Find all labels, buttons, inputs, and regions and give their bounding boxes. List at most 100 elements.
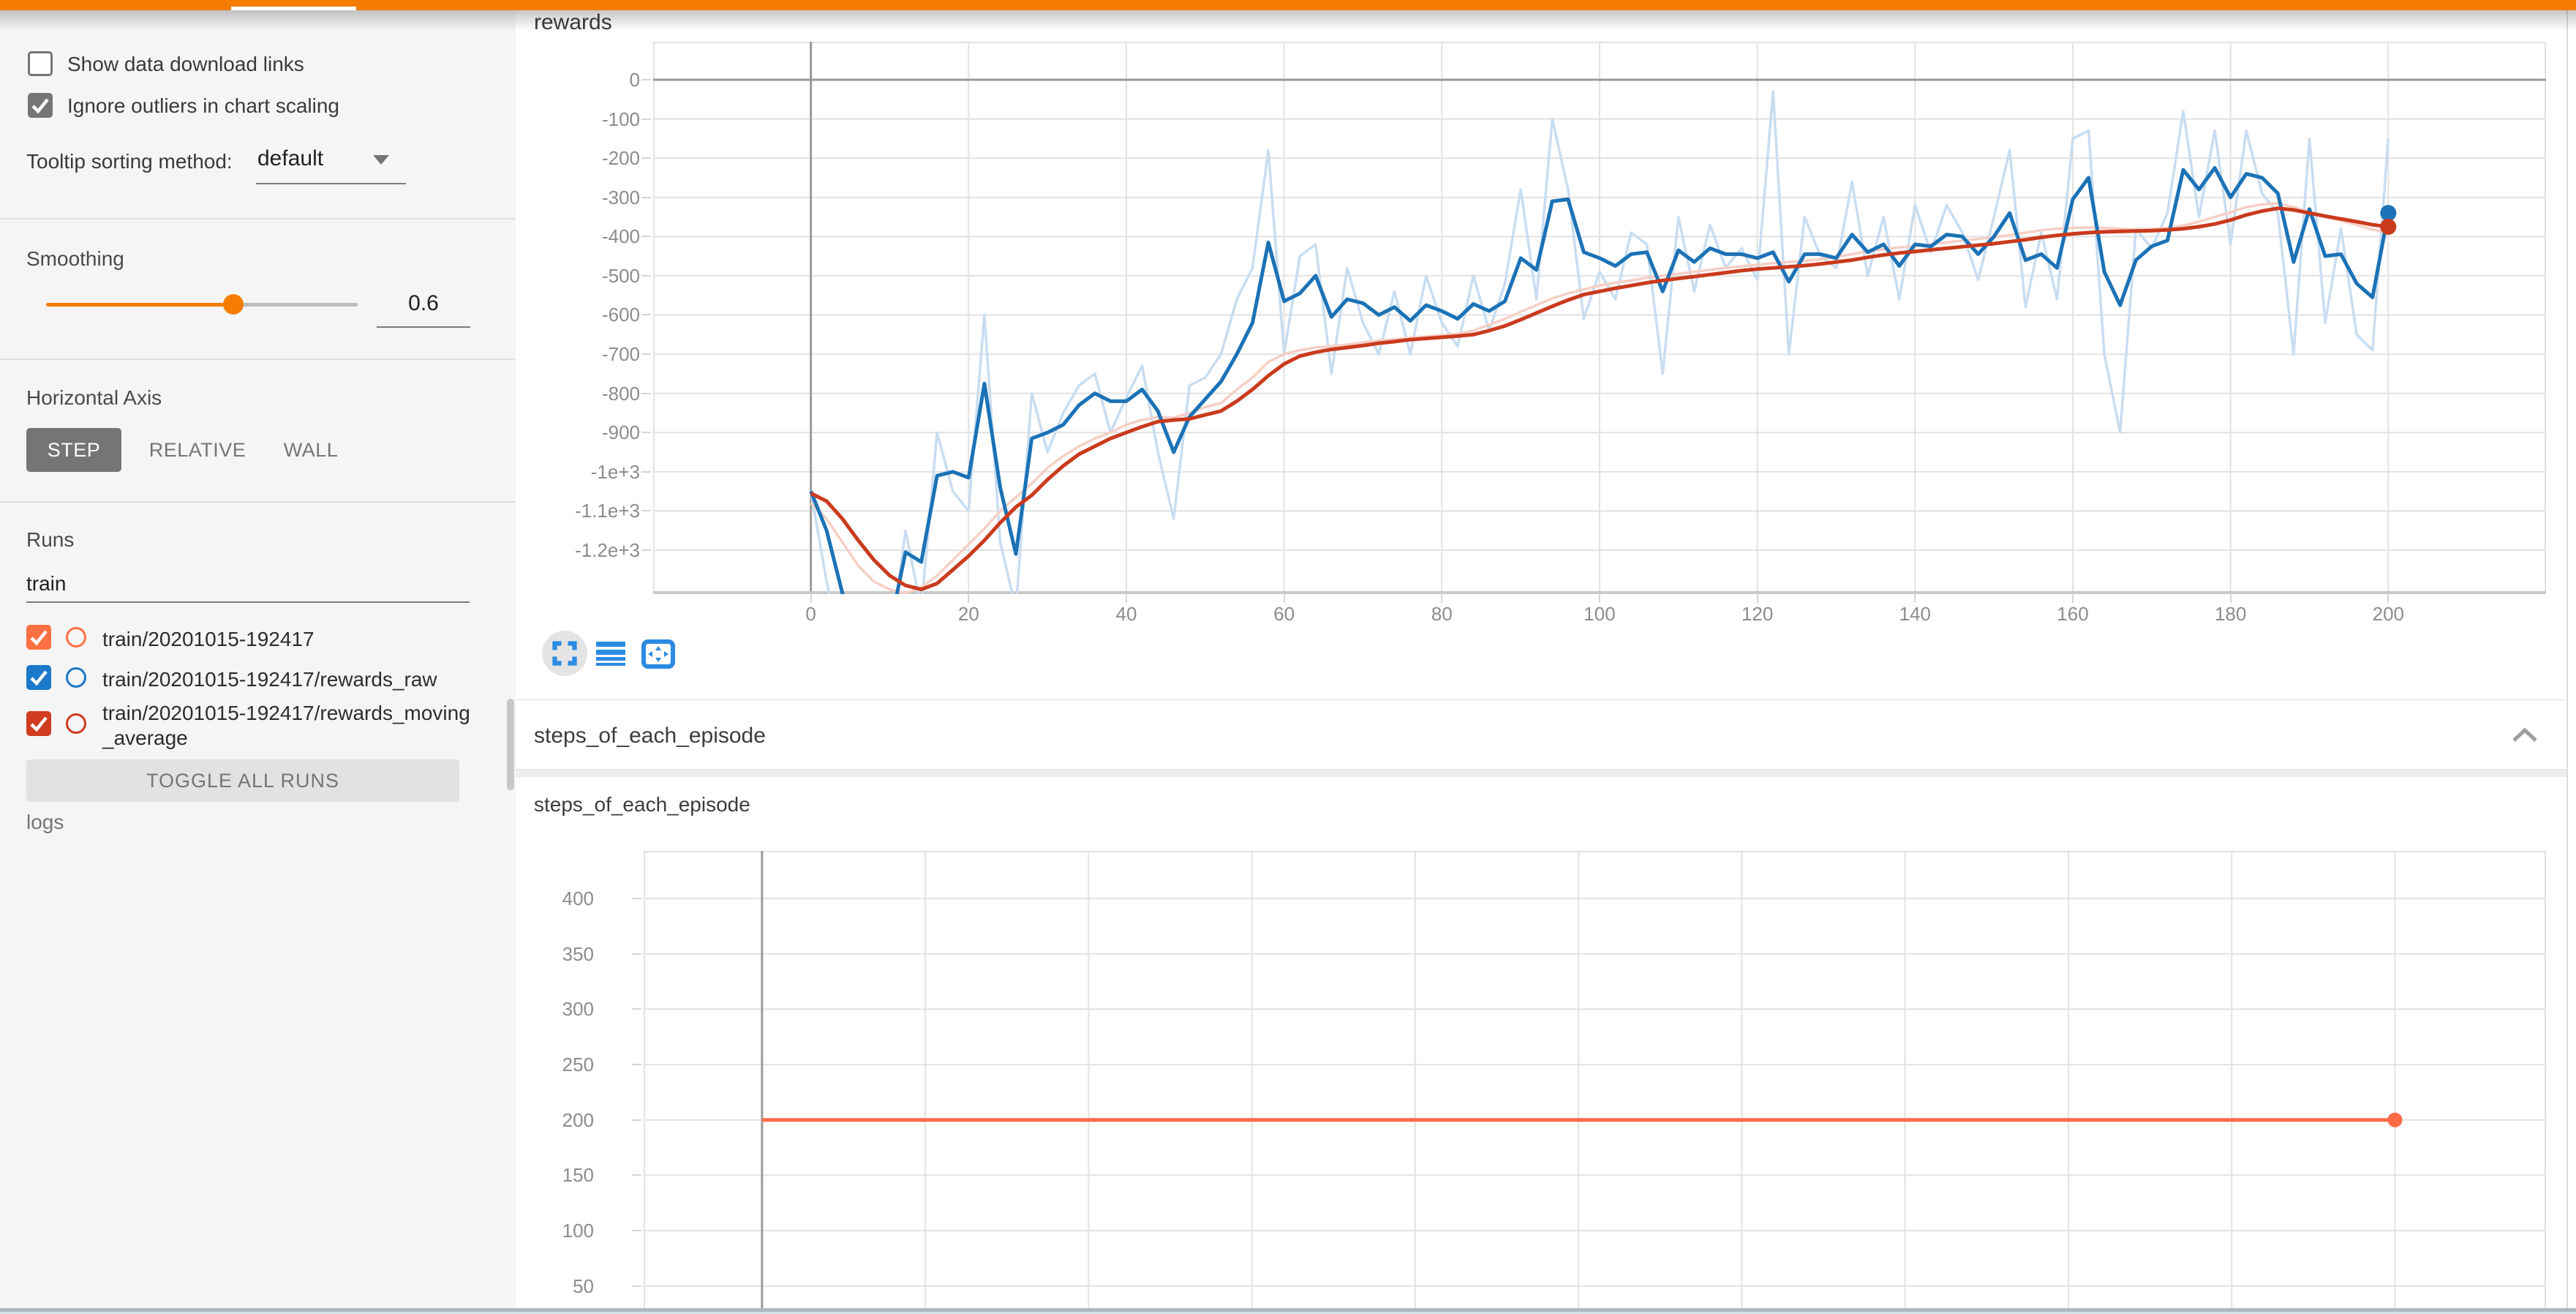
- run-checkbox[interactable]: [26, 625, 51, 650]
- y-tick-label: 400: [477, 887, 594, 910]
- run-filter-underline: [26, 601, 470, 603]
- endpoint-dot: [2380, 219, 2396, 235]
- y-tick-label: -1.2e+3: [523, 539, 640, 562]
- run-radio[interactable]: [66, 667, 86, 688]
- divider: [0, 501, 516, 503]
- run-radio[interactable]: [66, 713, 86, 734]
- run-row[interactable]: train/20201015-192417: [0, 622, 516, 657]
- smoothing-value-field[interactable]: 0.6: [377, 291, 470, 316]
- show-download-links-checkbox[interactable]: [28, 51, 53, 76]
- runs-label: Runs: [26, 528, 74, 552]
- x-tick-mark: [1284, 594, 1285, 603]
- y-tick-mark: [641, 275, 651, 277]
- y-tick-mark: [641, 471, 651, 473]
- window-scrollbar-track[interactable]: [2566, 10, 2568, 1308]
- y-tick-mark: [641, 314, 651, 315]
- y-tick-mark: [641, 157, 651, 159]
- y-tick-mark: [641, 236, 651, 237]
- x-tick-label: 60: [1240, 603, 1328, 626]
- endpoint-dot: [2387, 1113, 2402, 1127]
- x-tick-mark: [1757, 594, 1758, 603]
- y-tick-mark: [632, 1119, 641, 1121]
- y-tick-label: -900: [523, 421, 640, 444]
- run-filter-input[interactable]: train: [26, 572, 66, 596]
- rewards-plot-svg[interactable]: [653, 42, 2546, 594]
- y-tick-label: -700: [523, 343, 640, 366]
- smoothing-slider-handle[interactable]: [223, 294, 244, 315]
- y-tick-mark: [641, 549, 651, 551]
- ignore-outliers-checkbox[interactable]: [28, 93, 53, 118]
- show-download-links-label[interactable]: Show data download links: [67, 53, 304, 76]
- x-tick-label: 20: [924, 603, 1012, 626]
- top-toolbar: [0, 0, 2576, 10]
- run-label: train/20201015-192417/rewards_moving_ave…: [102, 701, 479, 751]
- y-tick-mark: [641, 197, 651, 198]
- x-tick-label: 180: [2187, 603, 2275, 626]
- x-tick-mark: [810, 594, 812, 603]
- tooltip-sorting-label: Tooltip sorting method:: [26, 150, 233, 173]
- axis-wall-button[interactable]: WALL: [267, 428, 355, 472]
- smoothing-label: Smoothing: [26, 247, 124, 271]
- x-tick-label: 120: [1714, 603, 1801, 626]
- y-tick-mark: [632, 1064, 641, 1065]
- y-tick-mark: [641, 393, 651, 394]
- steps-plot-svg[interactable]: [644, 851, 2546, 1308]
- y-tick-mark: [632, 1008, 641, 1010]
- run-checkbox[interactable]: [26, 665, 51, 690]
- endpoint-dot: [2380, 205, 2396, 221]
- divider: [0, 218, 516, 219]
- log-scale-icon[interactable]: [596, 641, 625, 667]
- y-tick-mark: [632, 898, 641, 899]
- y-tick-label: 200: [477, 1109, 594, 1132]
- y-tick-label: 350: [477, 943, 594, 966]
- steps-chart-card: steps_of_each_episode 400350300250200150…: [516, 777, 2567, 1308]
- steps-section-header[interactable]: steps_of_each_episode: [516, 699, 2567, 770]
- x-tick-label: 40: [1082, 603, 1170, 626]
- y-tick-label: 300: [477, 998, 594, 1021]
- y-tick-mark: [632, 953, 641, 955]
- x-tick-label: 0: [767, 603, 855, 626]
- steps-chart-title: steps_of_each_episode: [534, 793, 750, 816]
- y-tick-label: -100: [523, 108, 640, 131]
- y-tick-mark: [641, 510, 651, 511]
- y-tick-label: 250: [477, 1054, 594, 1076]
- x-tick-label: 140: [1871, 603, 1959, 626]
- sidebar-scrollbar-thumb[interactable]: [507, 699, 514, 790]
- x-tick-mark: [1126, 594, 1127, 603]
- tooltip-sorting-dropdown[interactable]: default: [257, 146, 323, 171]
- y-tick-label: -600: [523, 304, 640, 326]
- axis-step-button[interactable]: STEP: [26, 428, 121, 472]
- fit-domain-icon[interactable]: [641, 639, 675, 669]
- x-tick-mark: [2230, 594, 2232, 603]
- chevron-up-icon[interactable]: [2508, 724, 2542, 746]
- divider: [0, 358, 516, 360]
- run-checkbox[interactable]: [26, 711, 51, 736]
- x-tick-mark: [2387, 594, 2389, 603]
- toggle-all-runs-button[interactable]: TOGGLE ALL RUNS: [26, 759, 459, 802]
- logs-label: logs: [26, 811, 64, 834]
- check-icon: [28, 93, 53, 118]
- ignore-outliers-label[interactable]: Ignore outliers in chart scaling: [67, 94, 339, 118]
- y-tick-mark: [641, 79, 651, 80]
- y-tick-label: -500: [523, 265, 640, 288]
- fullscreen-icon[interactable]: [551, 640, 578, 667]
- y-tick-mark: [641, 432, 651, 433]
- x-tick-label: 80: [1398, 603, 1485, 626]
- chevron-down-icon[interactable]: [373, 155, 389, 165]
- run-label: train/20201015-192417: [102, 627, 479, 652]
- run-radio[interactable]: [66, 627, 86, 647]
- y-tick-mark: [641, 353, 651, 355]
- dropdown-underline: [256, 183, 406, 184]
- run-row[interactable]: train/20201015-192417/rewards_moving_ave…: [0, 701, 516, 759]
- run-label: train/20201015-192417/rewards_raw: [102, 667, 479, 692]
- y-tick-mark: [632, 1174, 641, 1176]
- x-tick-mark: [1914, 594, 1916, 603]
- y-tick-label: -1e+3: [523, 461, 640, 484]
- x-tick-mark: [968, 594, 969, 603]
- x-tick-label: 100: [1556, 603, 1643, 626]
- smoothing-slider-fill: [46, 303, 233, 307]
- run-row[interactable]: train/20201015-192417/rewards_raw: [0, 662, 516, 697]
- x-tick-mark: [1599, 594, 1600, 603]
- y-tick-label: -800: [523, 383, 640, 405]
- axis-relative-button[interactable]: RELATIVE: [139, 428, 256, 472]
